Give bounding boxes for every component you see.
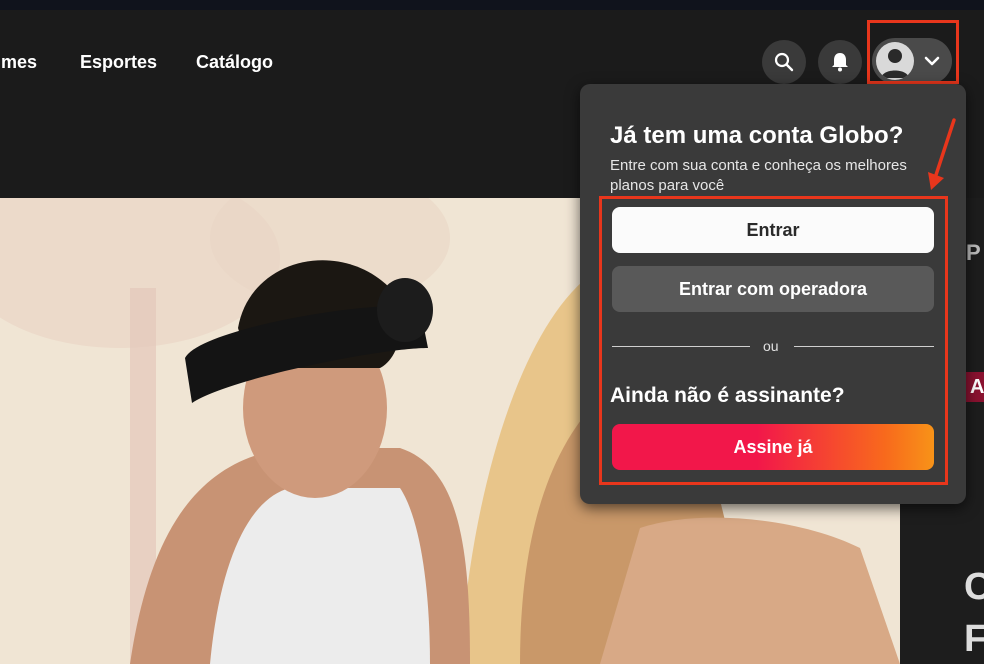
nav-item-esportes[interactable]: Esportes <box>80 52 157 73</box>
strip-letter-c: C <box>964 566 984 608</box>
notifications-button[interactable] <box>818 40 862 84</box>
buttons-highlight-box <box>599 196 948 485</box>
popup-title: Já tem uma conta Globo? <box>610 122 904 149</box>
popup-subtitle: Entre com sua conta e conheça os melhore… <box>610 157 907 194</box>
bell-icon <box>832 53 848 72</box>
strip-letter-f: F <box>964 618 984 660</box>
search-icon <box>774 52 794 72</box>
strip-letter-a: A <box>970 376 984 398</box>
search-button[interactable] <box>762 40 806 84</box>
profile-highlight-box <box>867 20 959 84</box>
strip-letter-p: P <box>966 240 981 265</box>
browser-top-strip <box>0 0 984 10</box>
nav-item-catalogo[interactable]: Catálogo <box>196 52 273 73</box>
nav-item-filmes[interactable]: lmes <box>0 52 37 73</box>
annotation-arrow-icon <box>928 118 956 190</box>
